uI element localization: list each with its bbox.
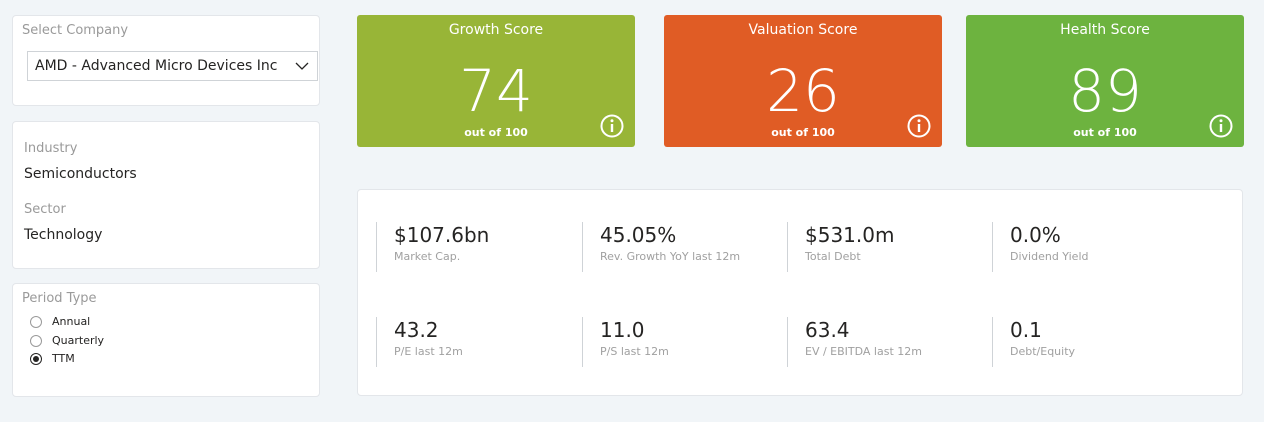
- metric-value: 43.2: [394, 318, 439, 342]
- metric-dividend-yield: 0.0% Dividend Yield: [992, 222, 1088, 272]
- company-select-panel: Select Company AMD - Advanced Micro Devi…: [12, 15, 320, 106]
- metric-label: Rev. Growth YoY last 12m: [600, 250, 741, 263]
- company-dropdown-value: AMD - Advanced Micro Devices Inc: [35, 58, 278, 74]
- metric-ev-ebitda: 63.4 EV / EBITDA last 12m: [787, 317, 922, 367]
- sector-label: Sector: [24, 202, 66, 217]
- score-title: Valuation Score: [748, 22, 858, 38]
- radio-button[interactable]: [30, 334, 42, 347]
- metric-rev-growth: 45.05% Rev. Growth YoY last 12m: [582, 222, 740, 272]
- info-icon[interactable]: [907, 114, 931, 138]
- metrics-panel: $107.6bn Market Cap. 45.05% Rev. Growth …: [357, 189, 1243, 396]
- score-title: Health Score: [1060, 22, 1150, 38]
- period-type-panel: Period Type Annual Quarterly TTM: [12, 283, 320, 397]
- health-score-card: Health Score 89 out of 100: [966, 15, 1244, 147]
- metric-value: 0.0%: [1010, 223, 1061, 247]
- period-option-label: Quarterly: [52, 334, 105, 347]
- metric-market-cap: $107.6bn Market Cap.: [376, 222, 489, 272]
- metric-label: Total Debt: [805, 250, 861, 263]
- metric-value: $531.0m: [805, 223, 895, 247]
- score-value: 26: [766, 57, 840, 125]
- score-value: 74: [459, 57, 533, 125]
- radio-button-selected[interactable]: [30, 352, 42, 365]
- period-option-ttm[interactable]: TTM: [30, 352, 75, 365]
- metric-label: Dividend Yield: [1010, 250, 1089, 263]
- radio-button[interactable]: [30, 315, 42, 328]
- period-option-quarterly[interactable]: Quarterly: [30, 334, 104, 347]
- metric-pe: 43.2 P/E last 12m: [376, 317, 463, 367]
- metric-value: 45.05%: [600, 223, 677, 247]
- score-subtitle: out of 100: [771, 126, 835, 139]
- company-select-label: Select Company: [22, 23, 129, 38]
- industry-label: Industry: [24, 141, 78, 156]
- score-value: 89: [1068, 57, 1142, 125]
- period-option-label: Annual: [52, 315, 91, 328]
- metric-label: Debt/Equity: [1010, 345, 1076, 358]
- chevron-down-icon: [295, 62, 309, 70]
- metric-value: 0.1: [1010, 318, 1042, 342]
- industry-value: Semiconductors: [24, 166, 137, 182]
- period-option-label: TTM: [52, 352, 75, 365]
- score-title: Growth Score: [448, 22, 544, 38]
- metric-label: Market Cap.: [394, 250, 461, 263]
- sector-value: Technology: [24, 227, 103, 243]
- metric-value: $107.6bn: [394, 223, 490, 247]
- industry-sector-panel: Industry Semiconductors Sector Technolog…: [12, 121, 320, 269]
- score-subtitle: out of 100: [1073, 126, 1137, 139]
- metric-value: 63.4: [805, 318, 850, 342]
- info-icon[interactable]: [600, 114, 624, 138]
- score-subtitle: out of 100: [464, 126, 528, 139]
- metric-total-debt: $531.0m Total Debt: [787, 222, 894, 272]
- metric-label: EV / EBITDA last 12m: [805, 345, 922, 358]
- info-icon[interactable]: [1209, 114, 1233, 138]
- period-option-annual[interactable]: Annual: [30, 315, 90, 328]
- metric-debt-equity: 0.1 Debt/Equity: [992, 317, 1075, 367]
- metric-label: P/S last 12m: [600, 345, 669, 358]
- growth-score-card: Growth Score 74 out of 100: [357, 15, 635, 147]
- metric-ps: 11.0 P/S last 12m: [582, 317, 669, 367]
- valuation-score-card: Valuation Score 26 out of 100: [664, 15, 942, 147]
- period-type-label: Period Type: [22, 291, 97, 306]
- metric-label: P/E last 12m: [394, 345, 463, 358]
- metric-value: 11.0: [600, 318, 645, 342]
- company-dropdown[interactable]: AMD - Advanced Micro Devices Inc: [27, 51, 318, 81]
